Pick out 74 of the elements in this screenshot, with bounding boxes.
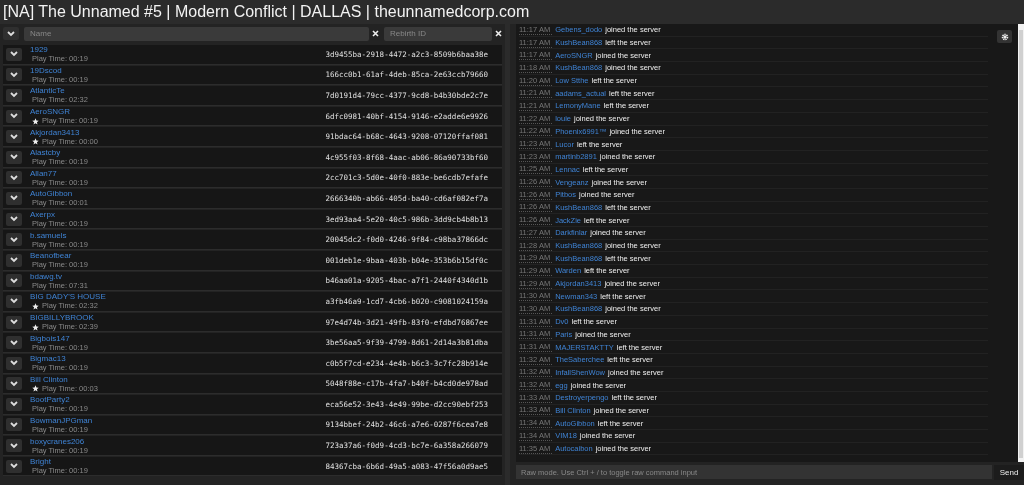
player-name-link[interactable]: BIGBILLYBROOK xyxy=(30,313,326,322)
chevron-down-icon xyxy=(10,92,18,99)
expand-button[interactable] xyxy=(6,274,22,288)
close-icon[interactable] xyxy=(372,30,379,37)
send-button[interactable]: Send xyxy=(994,464,1024,480)
window-title: [NA] The Unnamed #5 | Modern Conflict | DALLAS | theunnamedcorp.com xyxy=(3,3,530,21)
player-name-link[interactable]: bdawg.tv xyxy=(30,271,326,281)
player-name-link[interactable]: b.samuels xyxy=(30,230,326,240)
settings-icon xyxy=(1000,32,1009,41)
chevron-down-icon xyxy=(7,30,15,37)
chevron-down-icon xyxy=(10,380,18,387)
expand-button[interactable] xyxy=(6,191,22,205)
chevron-down-icon xyxy=(10,319,18,325)
expand-button[interactable] xyxy=(6,150,22,164)
expand-button[interactable] xyxy=(6,294,22,308)
player-name-link[interactable]: 19Dscod xyxy=(30,65,326,75)
chevron-down-icon xyxy=(10,133,18,140)
player-name-link[interactable]: Bright xyxy=(30,457,326,467)
expand-button[interactable] xyxy=(6,109,22,123)
expand-button[interactable] xyxy=(6,356,22,370)
chevron-down-icon xyxy=(10,277,18,284)
expand-button[interactable] xyxy=(6,397,22,411)
scrollbar[interactable] xyxy=(1018,24,1024,462)
expand-button[interactable] xyxy=(6,377,22,391)
player-name-link[interactable]: Alastcby xyxy=(30,148,326,158)
player-name-link[interactable]: 1929 xyxy=(30,45,326,55)
expand-button[interactable] xyxy=(6,47,22,61)
expand-button[interactable] xyxy=(6,171,22,185)
chevron-down-icon xyxy=(10,339,18,346)
player-name-link[interactable]: BowmanJPGman xyxy=(30,416,326,425)
expand-button[interactable] xyxy=(6,459,22,473)
chevron-down-icon xyxy=(10,174,18,181)
chevron-down-icon xyxy=(10,298,18,305)
chevron-down-icon xyxy=(10,216,18,223)
expand-button[interactable] xyxy=(6,439,22,453)
chevron-down-icon xyxy=(10,154,18,161)
chevron-down-icon xyxy=(10,463,18,470)
chevron-down-icon xyxy=(10,257,18,264)
chevron-down-icon xyxy=(10,442,18,449)
player-name-link[interactable]: AeroSNGR xyxy=(30,107,326,117)
chevron-down-icon xyxy=(10,51,18,58)
player-name-link[interactable]: Beanofbear xyxy=(30,251,326,261)
chevron-down-icon xyxy=(10,236,18,243)
player-name-link[interactable]: BIG DADY'S HOUSE xyxy=(30,292,326,302)
filter-field[interactable]: Rebirth ID xyxy=(384,26,492,41)
player-name-link[interactable]: AutoGibbon xyxy=(30,189,326,199)
expand-button[interactable] xyxy=(6,89,22,102)
player-name-link[interactable]: AtlanticTe xyxy=(30,86,326,96)
expand-button[interactable] xyxy=(6,233,22,247)
player-name-link[interactable]: Akjordan3413 xyxy=(30,127,326,137)
expand-all-button[interactable] xyxy=(3,27,19,40)
expand-button[interactable] xyxy=(6,336,22,350)
player-name-link[interactable]: Axerpx xyxy=(30,210,326,220)
chevron-down-icon xyxy=(10,422,18,428)
chevron-down-icon xyxy=(10,113,18,120)
close-icon[interactable] xyxy=(495,30,502,37)
expand-button[interactable] xyxy=(6,253,22,267)
expand-button[interactable] xyxy=(6,418,22,432)
expand-button[interactable] xyxy=(6,130,22,144)
player-name-link[interactable]: Allan77 xyxy=(30,168,326,178)
chevron-down-icon xyxy=(10,195,18,202)
expand-button[interactable] xyxy=(6,68,22,82)
player-name-link[interactable]: BootParty2 xyxy=(30,395,326,405)
chevron-down-icon xyxy=(10,71,18,78)
chevron-down-icon xyxy=(10,401,18,408)
filter-field[interactable]: Name xyxy=(24,26,369,41)
player-name-link[interactable]: boxycranes206 xyxy=(30,436,326,446)
settings-button[interactable] xyxy=(997,30,1012,43)
expand-button[interactable] xyxy=(6,315,22,329)
expand-button[interactable] xyxy=(6,212,22,226)
chevron-down-icon xyxy=(10,360,18,367)
player-name-link[interactable]: Bigbois147 xyxy=(30,333,326,343)
player-name-link[interactable]: Bigmac13 xyxy=(30,354,326,364)
player-name-link[interactable]: Bill Clinton xyxy=(30,374,326,384)
